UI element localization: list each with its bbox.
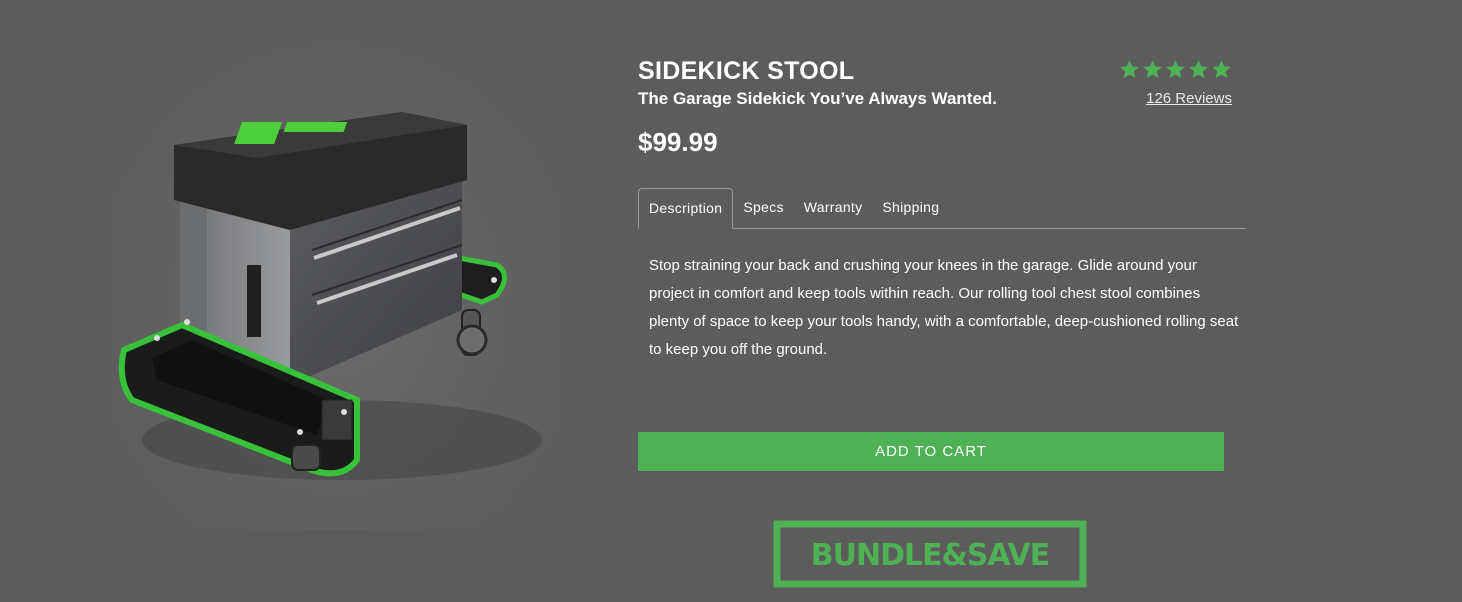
star-icon [1212, 60, 1231, 78]
bundle-and-save-text: BUNDLE&SAVE [811, 538, 1050, 573]
bundle-and-save-banner[interactable]: BUNDLE&SAVE [773, 520, 1087, 588]
product-tabs: Description Specs Warranty Shipping [638, 188, 1246, 229]
star-icon [1143, 60, 1162, 78]
product-image [112, 40, 562, 530]
product-price: $99.99 [638, 127, 718, 157]
reviews-link[interactable]: 126 Reviews [1146, 90, 1232, 107]
add-to-cart-button[interactable]: ADD TO CART [638, 432, 1224, 471]
tab-specs[interactable]: Specs [733, 188, 793, 228]
tab-description[interactable]: Description [638, 188, 734, 229]
product-title: SIDEKICK STOOL [638, 57, 855, 85]
product-subtitle: The Garage Sidekick You’ve Always Wanted… [638, 89, 998, 108]
sidekick-stool-illustration [112, 40, 562, 530]
star-rating [1116, 59, 1232, 80]
rating: 126 Reviews [1116, 59, 1232, 108]
tab-shipping[interactable]: Shipping [872, 188, 949, 228]
star-icon [1189, 60, 1208, 78]
star-icon [1166, 60, 1185, 78]
bundle-and-save-logo: BUNDLE&SAVE [773, 520, 1087, 588]
product-description: Stop straining your back and crushing yo… [649, 257, 1239, 358]
star-icon [1120, 60, 1139, 78]
tab-warranty[interactable]: Warranty [794, 188, 873, 228]
